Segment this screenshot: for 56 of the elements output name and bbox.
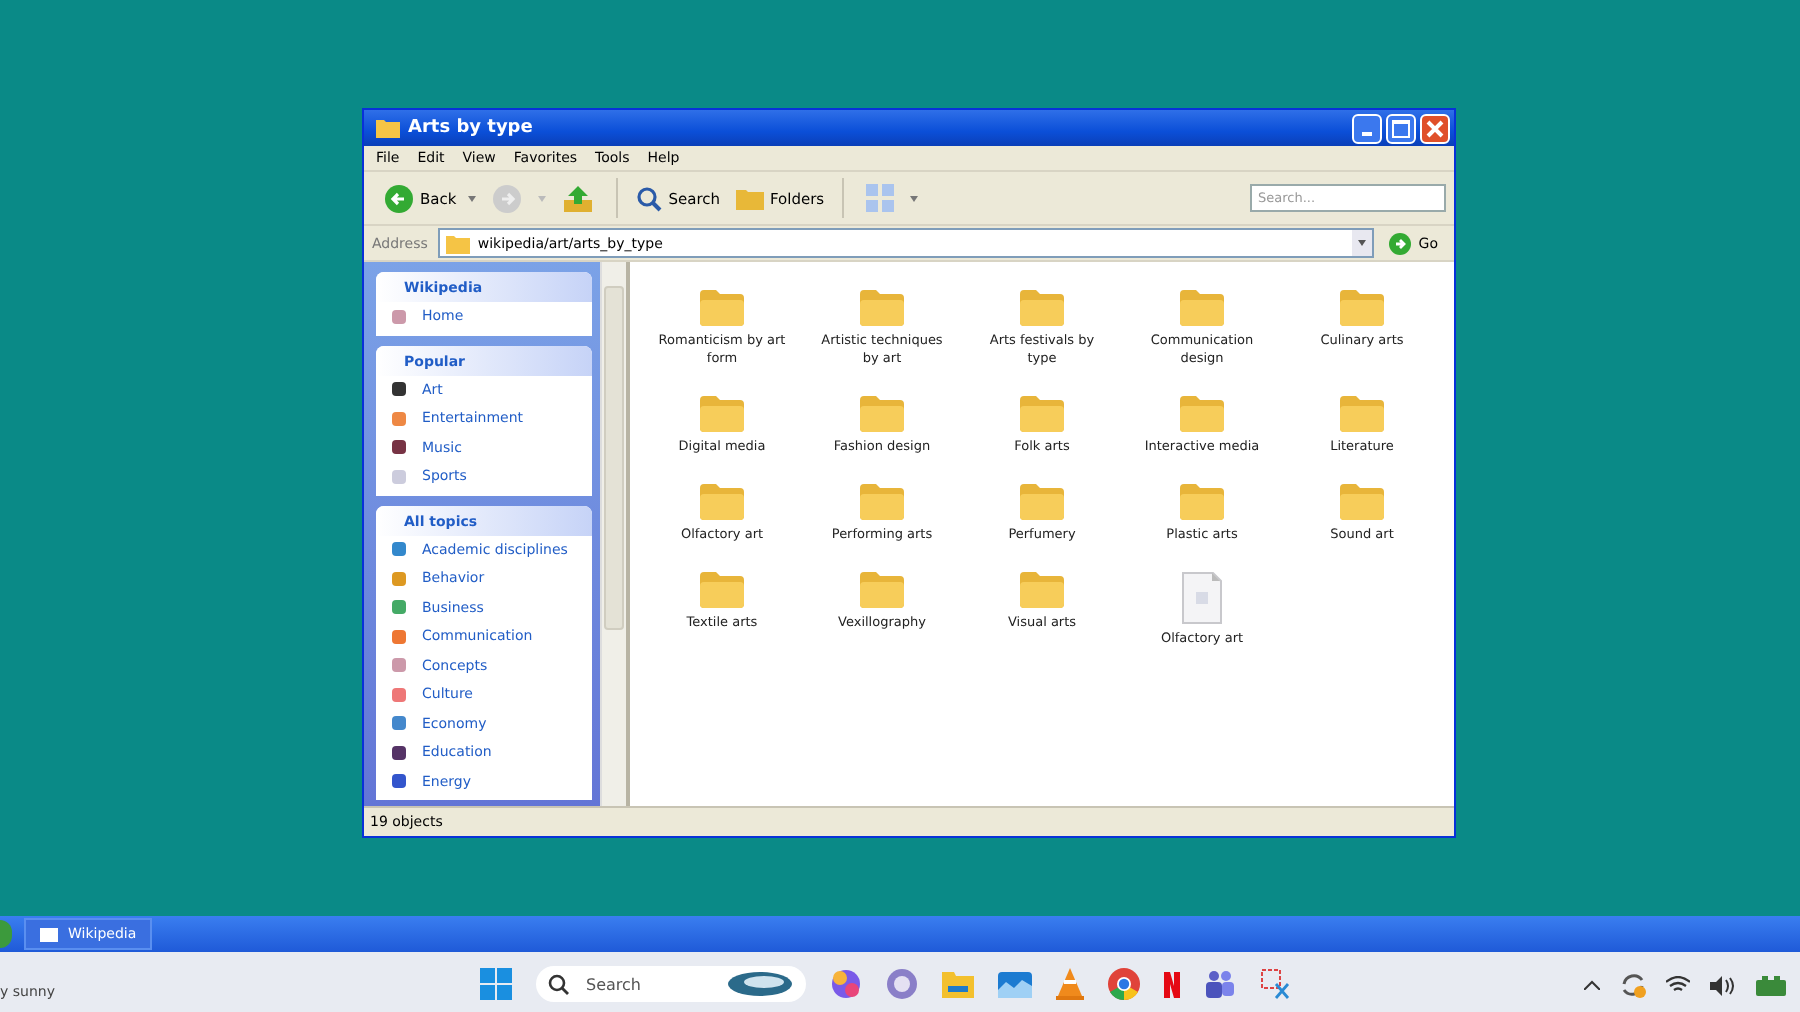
folder-icon[interactable] xyxy=(1180,290,1224,326)
folder-icon xyxy=(736,187,764,209)
window-icon xyxy=(40,927,58,941)
folder-icon[interactable] xyxy=(700,290,744,326)
folder-icon xyxy=(445,233,470,253)
folder-icon[interactable] xyxy=(1020,290,1064,326)
folder-icon[interactable] xyxy=(860,572,904,608)
folder-icon[interactable] xyxy=(1340,290,1384,326)
minimize-button[interactable] xyxy=(1352,113,1382,143)
folder-icon[interactable] xyxy=(1020,484,1064,520)
photos-icon[interactable] xyxy=(998,971,1032,997)
start-icon[interactable] xyxy=(480,968,512,1000)
folder-icon[interactable] xyxy=(860,484,904,520)
document-icon[interactable] xyxy=(1182,572,1222,624)
folder-icon[interactable] xyxy=(1340,484,1384,520)
chevron-up-icon[interactable] xyxy=(1584,980,1600,990)
letter-n-icon[interactable] xyxy=(1164,971,1180,997)
search-icon xyxy=(548,973,570,995)
folder-icon[interactable] xyxy=(860,290,904,326)
battery-icon[interactable] xyxy=(1756,975,1788,995)
close-button[interactable] xyxy=(1420,113,1450,143)
maximize-icon xyxy=(1392,119,1410,137)
folder-icon[interactable] xyxy=(1340,396,1384,432)
folder-icon xyxy=(376,118,400,138)
start-button[interactable] xyxy=(0,920,12,948)
folder-icon[interactable] xyxy=(700,484,744,520)
close-icon xyxy=(1426,119,1444,137)
topic-icon xyxy=(392,309,406,324)
search-field[interactable]: Search xyxy=(536,966,806,1002)
wifi-icon[interactable] xyxy=(1666,976,1690,994)
window-title: Arts by type xyxy=(408,118,533,138)
dropdown-arrow-icon[interactable] xyxy=(468,195,477,201)
folder-icon[interactable] xyxy=(700,572,744,608)
forward-icon[interactable] xyxy=(492,183,523,213)
search-icon xyxy=(636,185,663,211)
dropdown-arrow-icon[interactable] xyxy=(1358,240,1367,246)
folder-icon[interactable] xyxy=(1180,484,1224,520)
snipping-icon[interactable] xyxy=(1260,968,1292,1000)
sparkle-app-icon[interactable] xyxy=(830,968,862,1000)
folder-icon[interactable] xyxy=(1180,396,1224,432)
folder-icon[interactable] xyxy=(860,396,904,432)
maximize-button[interactable] xyxy=(1386,113,1416,143)
volume-icon[interactable] xyxy=(1710,975,1736,995)
sync-icon[interactable] xyxy=(1620,972,1646,998)
traffic-cone-icon[interactable] xyxy=(1056,968,1084,1000)
folder-icon[interactable] xyxy=(942,970,974,998)
folder-icon[interactable] xyxy=(1020,396,1064,432)
views-icon[interactable] xyxy=(866,184,895,212)
folder-icon[interactable] xyxy=(700,396,744,432)
dropdown-arrow-icon[interactable] xyxy=(910,195,919,201)
up-folder-icon[interactable] xyxy=(562,183,595,213)
scrollbar[interactable] xyxy=(600,262,626,806)
browser-icon[interactable] xyxy=(886,968,918,1000)
chrome-icon[interactable] xyxy=(1108,968,1140,1000)
people-icon[interactable] xyxy=(1204,970,1236,998)
folder-icon[interactable] xyxy=(1020,572,1064,608)
